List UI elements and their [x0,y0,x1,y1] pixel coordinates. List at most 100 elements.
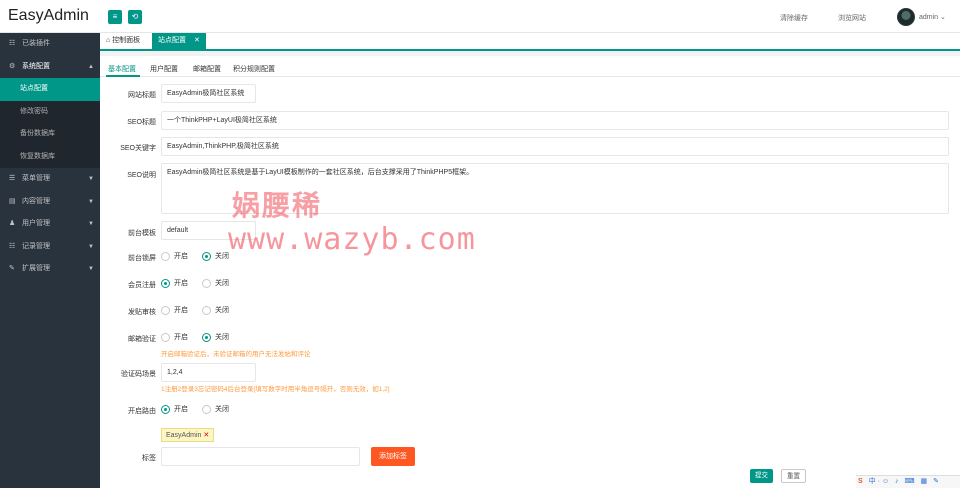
frontend-lock-label: 前台锁屏 [128,255,156,262]
radio-label: 关闭 [215,334,229,341]
radio-circle [161,278,170,288]
post-review-label: 发贴审核 [128,309,156,316]
register-label: 会员注册 [128,282,156,289]
sidebar-item-site-config[interactable]: 站点配置 [0,78,100,101]
sidebar-item-backup-db[interactable]: 备份数据库 [0,123,100,146]
seo-title-input[interactable]: 一个ThinkPHP+LayUI极简社区系统 [161,111,949,130]
captcha-label: 验证码场景 [121,371,156,378]
sidebar-item-extension-manage[interactable]: ✎ 扩展管理 ▼ [0,258,100,281]
radio-label: 开启 [174,406,188,413]
sidebar-item-label: 已装插件 [21,40,50,47]
tab-dashboard[interactable]: ⌂ 控制面板 [100,33,146,49]
home-icon: ⌂ [106,37,111,44]
subtab-user[interactable]: 用户配置 [150,64,178,74]
post-review-off-radio[interactable]: 关闭 [202,305,229,315]
chevron-down-icon: ▼ [88,243,94,250]
seo-keywords-label: SEO关键字 [120,145,156,152]
sidebar-submenu: 站点配置 修改密码 备份数据库 恢复数据库 [0,78,100,168]
route-label: 开启路由 [128,408,156,415]
radio-circle [202,305,211,315]
plugin-icon: ☷ [9,40,16,47]
sidebar-item-label: 系统配置 [21,62,50,70]
watermark-logo-text: 娲腰稀 [232,189,323,222]
radio-circle [161,404,170,414]
frontend-lock-on-radio[interactable]: 开启 [161,251,188,261]
sidebar-item-system-config[interactable]: ⚙ 系统配置 ▲ [0,56,100,79]
main-panel: 基本配置 用户配置 邮箱配置 积分规则配置 网站标题 EasyAdmin极简社区… [100,56,960,488]
add-tag-button[interactable]: 添加标签 [371,447,415,466]
user-menu[interactable]: admin ⌄ [919,13,946,21]
ime-toolbar[interactable]: S 中·☺ ♪ ⌨ ▦ ✎ [856,475,960,488]
sidebar-item-change-password[interactable]: 修改密码 [0,101,100,124]
avatar[interactable] [897,8,915,26]
sidebar-item-label: 用户管理 [21,220,50,227]
email-verify-off-radio[interactable]: 关闭 [202,332,229,342]
tag-chip-label: EasyAdmin [166,432,202,439]
register-off-radio[interactable]: 关闭 [202,278,229,288]
subtab-underline [106,75,140,77]
chevron-down-icon: ▼ [88,176,94,182]
document-icon: ▤ [9,197,16,205]
menu-toggle-icon[interactable]: ≡ [108,10,122,24]
post-review-on-radio[interactable]: 开启 [161,305,188,315]
tags-input[interactable] [161,447,360,466]
sogou-icon: S [858,478,865,485]
chevron-down-icon: ▼ [88,266,94,272]
refresh-icon[interactable]: ⟲ [128,10,142,24]
radio-label: 开启 [174,253,188,260]
subtab-points[interactable]: 积分规则配置 [233,64,275,74]
seo-title-label: SEO标题 [127,119,156,126]
sidebar-item-menu-manage[interactable]: ☰ 菜单管理 ▼ [0,168,100,191]
radio-circle [161,332,170,342]
captcha-input[interactable]: 1,2,4 [161,363,256,382]
tag-chip[interactable]: EasyAdmin ✕ [161,428,215,442]
sidebar-item-log-manage[interactable]: ☷ 记录管理 ▼ [0,236,100,259]
clear-cache-link[interactable]: 清除缓存 [780,13,808,23]
seo-keywords-input[interactable]: EasyAdmin,ThinkPHP,极简社区系统 [161,137,949,156]
radio-circle [202,251,211,261]
site-title-label: 网站标题 [128,92,156,99]
radio-label: 开启 [174,280,188,287]
sidebar: ☷ 已装插件 ⚙ 系统配置 ▲ 站点配置 修改密码 备份数据库 恢复数据库 ☰ … [0,33,100,488]
radio-circle [161,251,170,261]
captcha-tip: 1注册2登录3忘记密码4后台登录[填写数字时用半角逗号隔开，否则无效，如1,2] [161,386,390,393]
close-icon[interactable]: ✕ [203,432,209,439]
email-verify-on-radio[interactable]: 开启 [161,332,188,342]
radio-label: 开启 [174,307,188,314]
email-verify-tip: 开启邮箱验证后，未验证邮箱的用户无法发帖和评论 [161,351,311,358]
subtab-email[interactable]: 邮箱配置 [193,64,221,74]
log-icon: ☷ [9,242,16,250]
template-label: 前台模板 [128,230,156,237]
radio-circle [202,332,211,342]
sidebar-item-label: 扩展管理 [21,265,50,272]
tags-label: 标签 [142,455,156,462]
frontend-lock-off-radio[interactable]: 关闭 [202,251,229,261]
register-on-radio[interactable]: 开启 [161,278,188,288]
close-icon[interactable]: ✕ [194,37,200,44]
submit-button[interactable]: 提交 [750,469,773,483]
tab-site-config[interactable]: 站点配置 ✕ [152,33,206,49]
chevron-down-icon: ▼ [88,221,94,227]
sidebar-item-label: 记录管理 [21,242,50,250]
site-title-input[interactable]: EasyAdmin极简社区系统 [161,84,256,103]
menu-icon: ☰ [9,175,16,182]
radio-label: 开启 [174,334,188,341]
radio-circle [202,278,211,288]
sidebar-item-user-manage[interactable]: ♟ 用户管理 ▼ [0,213,100,236]
tab-label: 控制面板 [112,37,141,44]
reset-button[interactable]: 重置 [781,469,806,483]
sidebar-item-label: 内容管理 [21,197,50,205]
sidebar-item-installed-plugins[interactable]: ☷ 已装插件 [0,33,100,56]
top-header: EasyAdmin ≡ ⟲ 清除缓存 浏览网站 admin ⌄ [0,0,960,33]
app-logo[interactable]: EasyAdmin [8,7,89,25]
route-on-radio[interactable]: 开启 [161,404,188,414]
subtab-basic[interactable]: 基本配置 [108,64,136,74]
radio-label: 关闭 [215,406,229,413]
ime-icons: 中·☺ ♪ ⌨ ▦ ✎ [868,478,941,485]
sidebar-item-content-manage[interactable]: ▤ 内容管理 ▼ [0,191,100,214]
radio-label: 关闭 [215,307,229,314]
seo-desc-label: SEO说明 [127,172,156,179]
route-off-radio[interactable]: 关闭 [202,404,229,414]
browse-site-link[interactable]: 浏览网站 [838,13,866,23]
sidebar-item-restore-db[interactable]: 恢复数据库 [0,146,100,169]
